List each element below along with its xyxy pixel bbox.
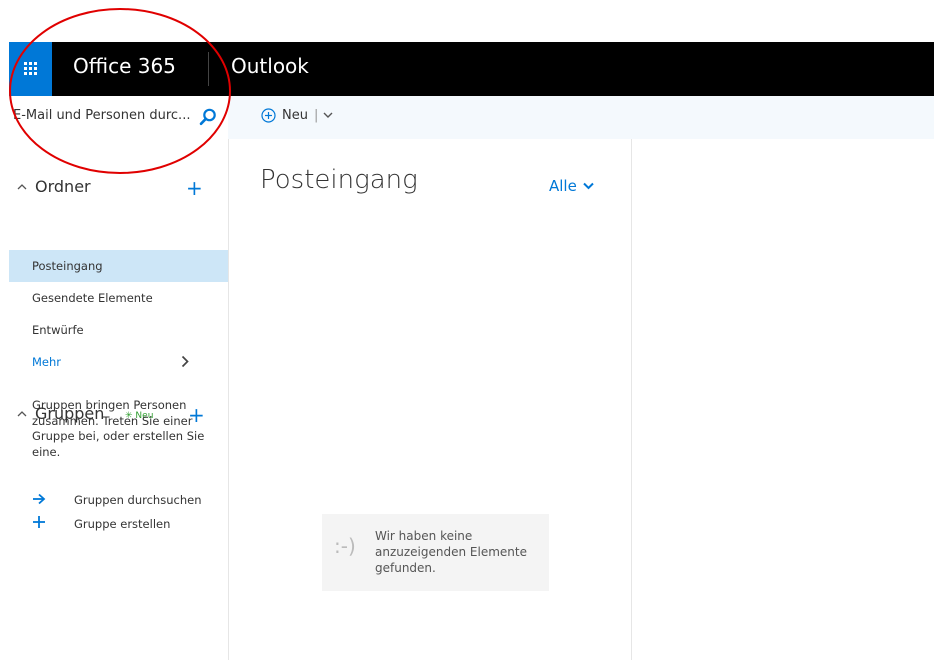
folders-header-label: Ordner [35, 177, 91, 196]
chevron-down-icon [583, 182, 594, 190]
app-launcher-icon [23, 62, 37, 75]
create-group-link[interactable]: Gruppe erstellen [32, 514, 170, 533]
empty-state-text: Wir haben keine anzuzeigenden Elemente g… [375, 529, 527, 575]
reading-pane [632, 139, 934, 660]
filter-dropdown[interactable]: Alle [549, 177, 594, 195]
chevron-down-icon[interactable] [323, 112, 333, 119]
new-separator: | [313, 108, 319, 123]
brand-title[interactable]: Office 365 [73, 54, 176, 78]
chevron-up-icon [17, 184, 27, 190]
arrow-right-icon [32, 490, 54, 509]
message-list: Posteingang Alle :-) Wir haben keine anz… [229, 139, 632, 660]
topbar-divider [208, 52, 209, 86]
outlook-window: Office 365 Outlook E-Mail und Personen d… [9, 42, 934, 660]
filter-label: Alle [549, 177, 577, 195]
folder-pane: Ordner + Posteingang Gesendete Elemente … [9, 139, 229, 660]
chevron-up-icon [17, 411, 27, 417]
browse-groups-link[interactable]: Gruppen durchsuchen [32, 490, 201, 509]
list-title: Posteingang [260, 165, 418, 195]
more-label: Mehr [32, 355, 62, 369]
add-circle-icon [261, 108, 276, 123]
create-group-label: Gruppe erstellen [74, 516, 171, 531]
folder-item-drafts[interactable]: Entwürfe [9, 314, 228, 346]
smiley-icon: :-) [334, 534, 356, 558]
folder-label: Gesendete Elemente [32, 291, 153, 305]
search-input[interactable]: E-Mail und Personen durc... [13, 108, 193, 123]
new-message-button[interactable]: Neu | [261, 108, 333, 123]
groups-description: Gruppen bringen Personen zusammen. Trete… [32, 398, 205, 459]
folder-label: Entwürfe [32, 323, 84, 337]
chevron-right-icon [181, 355, 189, 368]
browse-groups-label: Gruppen durchsuchen [74, 492, 202, 507]
folder-item-inbox[interactable]: Posteingang [9, 250, 228, 282]
search-box[interactable]: E-Mail und Personen durc... [9, 96, 228, 139]
new-label: Neu [282, 108, 308, 123]
app-title[interactable]: Outlook [231, 54, 309, 78]
folders-header[interactable]: Ordner [17, 177, 91, 196]
add-folder-icon[interactable]: + [186, 178, 203, 198]
search-icon[interactable] [199, 108, 217, 126]
top-bar: Office 365 Outlook [9, 42, 934, 96]
folder-item-more[interactable]: Mehr [9, 346, 228, 378]
folder-item-sent[interactable]: Gesendete Elemente [9, 282, 228, 314]
plus-icon [32, 514, 54, 533]
app-launcher-button[interactable] [9, 42, 52, 96]
empty-state: :-) Wir haben keine anzuzeigenden Elemen… [322, 514, 549, 591]
folder-label: Posteingang [32, 259, 103, 273]
